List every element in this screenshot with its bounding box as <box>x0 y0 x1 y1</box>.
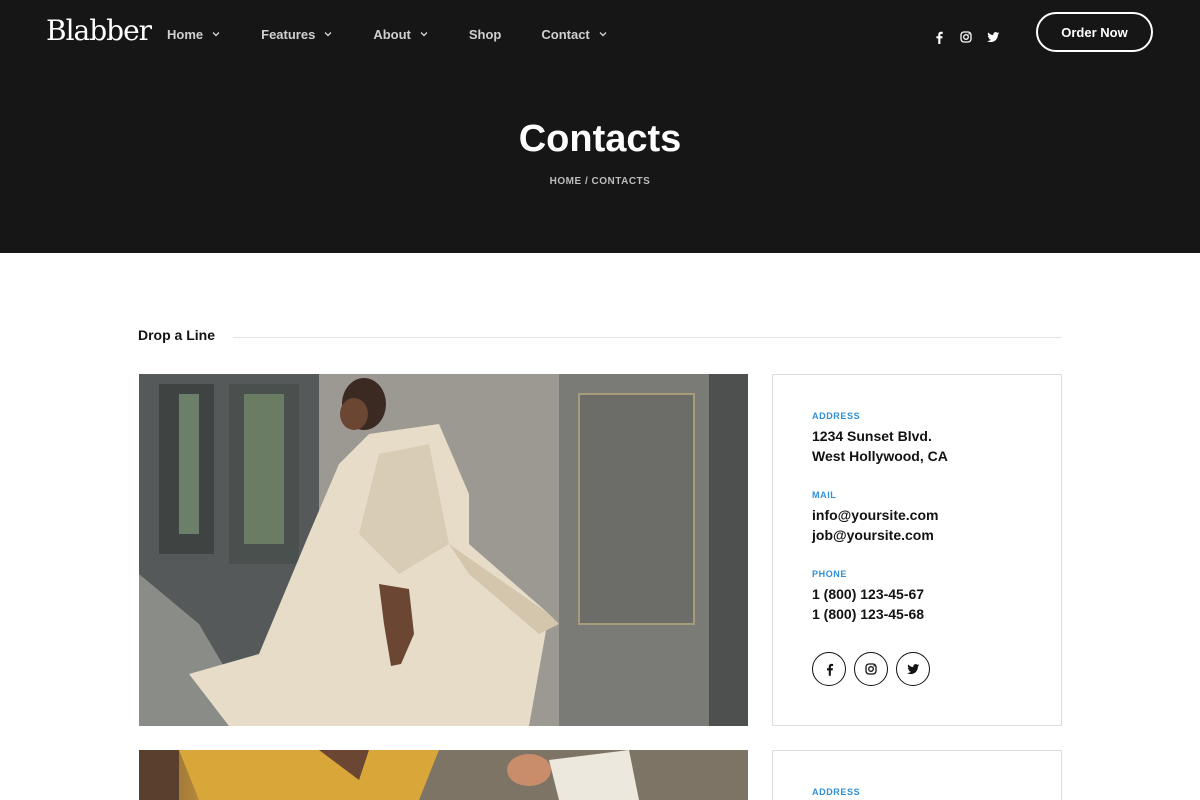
contact-card: ADDRESS 1234 Sunset Blvd. West Hollywood… <box>772 374 1062 726</box>
nav-item-features[interactable]: Features <box>261 24 333 44</box>
section-heading: Drop a Line <box>138 327 216 343</box>
phone-label: PHONE <box>812 569 848 579</box>
address-label: ADDRESS <box>812 787 861 797</box>
email-link[interactable]: info@yoursite.com <box>812 507 938 523</box>
contact-photo-woman-reading <box>139 750 748 800</box>
breadcrumb: HOME / CONTACTS <box>0 176 1200 187</box>
nav-item-label: Shop <box>468 26 502 42</box>
section-divider <box>233 337 1062 338</box>
twitter-icon[interactable] <box>984 28 1002 46</box>
site-logo[interactable]: Blabber <box>46 14 152 47</box>
nav-item-label: Features <box>261 26 316 42</box>
phone-link[interactable]: 1 (800) 123-45-67 <box>812 586 924 602</box>
twitter-icon[interactable] <box>896 652 930 686</box>
nav-item-label: About <box>373 26 411 42</box>
nav-item-label: Contact <box>541 26 590 42</box>
photo-illustration <box>139 750 748 800</box>
chevron-down-icon <box>420 32 428 37</box>
contact-card: ADDRESS <box>772 750 1062 800</box>
chevron-down-icon <box>212 32 220 37</box>
photo-illustration <box>139 374 748 726</box>
facebook-icon[interactable] <box>930 28 948 46</box>
address-label: ADDRESS <box>812 411 861 421</box>
nav-item-contact[interactable]: Contact <box>541 24 607 44</box>
instagram-icon[interactable] <box>854 652 888 686</box>
phone-link[interactable]: 1 (800) 123-45-68 <box>812 606 924 622</box>
facebook-icon[interactable] <box>812 652 846 686</box>
breadcrumb-separator: / <box>584 176 589 187</box>
order-now-button[interactable]: Order Now <box>1036 12 1153 52</box>
page-header: Blabber Home Features About Shop Contact <box>0 0 1200 253</box>
card-social-links <box>812 652 938 686</box>
page-title: Contacts <box>518 118 682 160</box>
chevron-down-icon <box>324 32 332 37</box>
breadcrumb-current: CONTACTS <box>591 176 651 187</box>
breadcrumb-home-link[interactable]: HOME <box>550 176 582 187</box>
nav-item-label: Home <box>167 26 204 42</box>
nav-item-shop[interactable]: Shop <box>469 24 502 44</box>
main-nav: Home Features About Shop Contact <box>167 24 648 44</box>
address-line: West Hollywood, CA <box>812 448 948 464</box>
instagram-icon[interactable] <box>957 28 975 46</box>
address-line: 1234 Sunset Blvd. <box>812 428 932 444</box>
nav-item-home[interactable]: Home <box>167 24 221 44</box>
chevron-down-icon <box>599 32 607 37</box>
nav-item-about[interactable]: About <box>373 24 429 44</box>
header-social-links <box>930 28 1011 46</box>
contact-photo-woman-trench-coat <box>139 374 748 726</box>
mail-label: MAIL <box>812 490 837 500</box>
email-link[interactable]: job@yoursite.com <box>812 527 934 543</box>
